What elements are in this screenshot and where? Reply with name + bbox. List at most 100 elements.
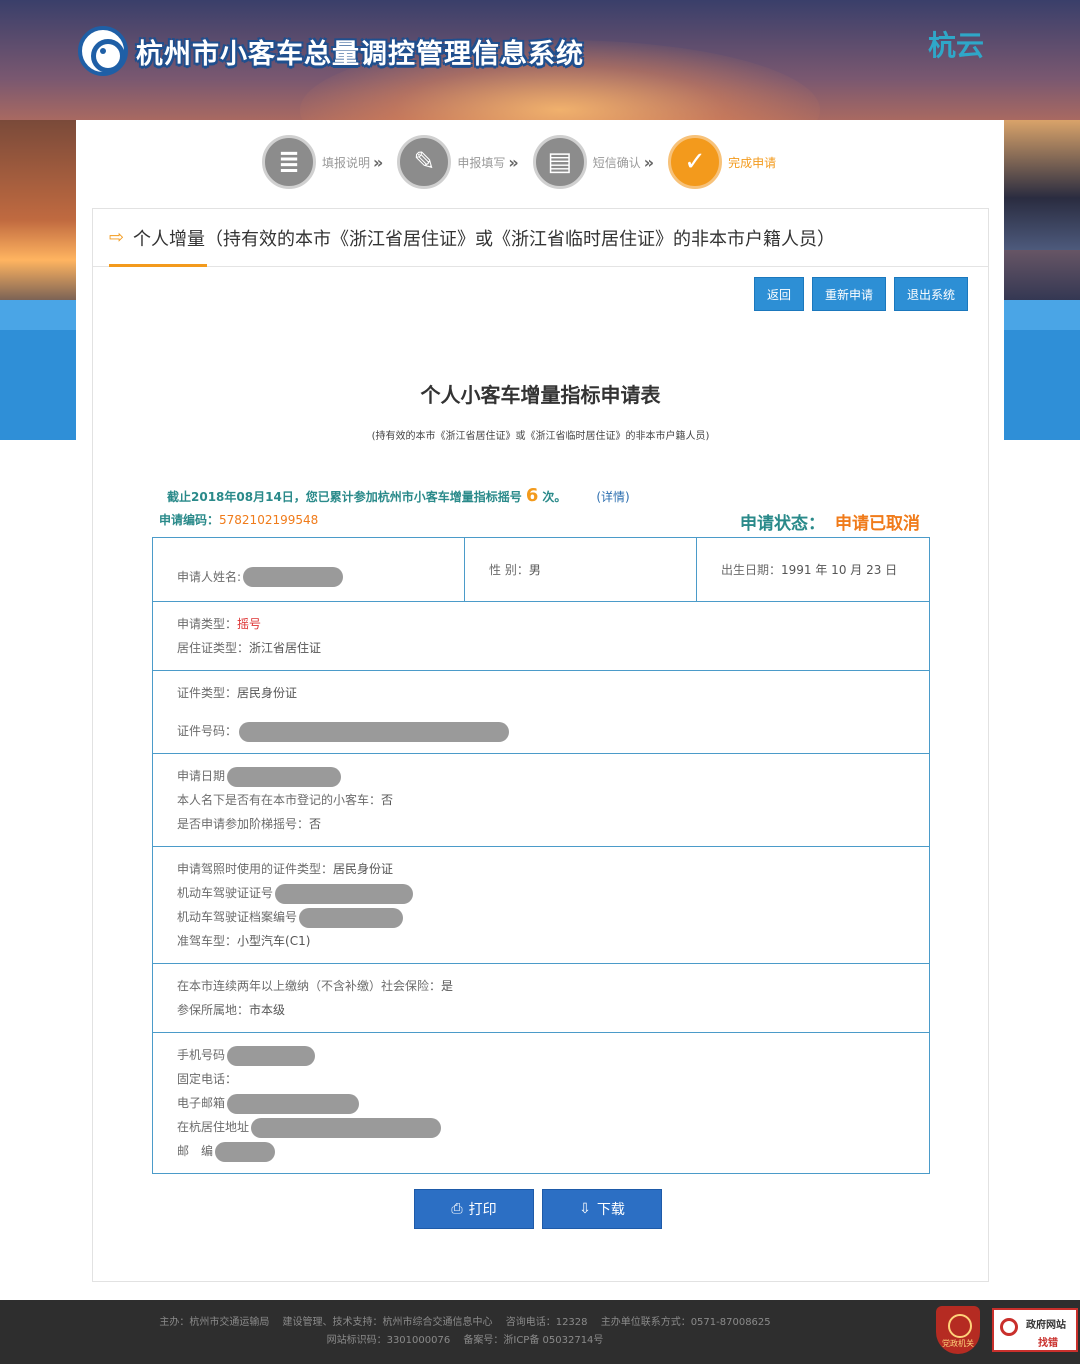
footer-line-1: 主办：杭州市交通运输局 建设管理、技术支持：杭州市综合交通信息中心 咨询电话：1… (159, 1317, 771, 1328)
applicant-name-cell: 申请人姓名: (153, 538, 465, 601)
reapply-button[interactable]: 重新申请 (811, 277, 886, 311)
field-label: 申请类型： (177, 617, 238, 631)
banner-right-scenery (1004, 120, 1080, 250)
heading-underline (109, 264, 207, 267)
mobile-line: 手机号码 (177, 1043, 905, 1067)
field-value: 摇号 (237, 617, 262, 631)
step-instructions: ≣ 填报说明 » (262, 135, 383, 189)
redacted-value (227, 1093, 360, 1114)
id-number-line: 证件号码： (177, 719, 905, 743)
field-label: 申请人姓名: (177, 569, 242, 584)
magnifier-icon (1000, 1318, 1018, 1336)
footer-line-2: 网站标识码：3301000076 备案号：浙ICP备 05032714号 (326, 1335, 604, 1346)
insurance-line: 在本市连续两年以上缴纳（不含补缴）社会保险：是 (177, 974, 905, 998)
field-label: 固定电话： (177, 1072, 238, 1086)
table-row: 申请日期 本人名下是否有在本市登记的小客车：否 是否申请参加阶梯摇号：否 (153, 754, 929, 847)
party-govt-badge[interactable]: 党政机关 (936, 1306, 980, 1354)
table-row: 手机号码 固定电话： 电子邮箱 在杭居住地址 邮 编 (153, 1033, 929, 1173)
field-value: 居民身份证 (333, 862, 394, 876)
own-car-line: 本人名下是否有在本市登记的小客车：否 (177, 788, 905, 812)
field-value: 1991 年 10 月 23 日 (781, 562, 898, 577)
table-row: 申请类型：摇号 居住证类型：浙江省居住证 (153, 602, 929, 671)
field-label: 邮 编 (177, 1144, 214, 1158)
summary-count: 6 (525, 485, 539, 506)
print-label: 打印 (468, 1202, 497, 1218)
apply-date-line: 申请日期 (177, 764, 905, 788)
summary-text: 截止2018年08月14日，您已累计参加杭州市小客车增量指标摇号 (167, 490, 522, 504)
report-error-badge[interactable]: 政府网站 找错 (992, 1308, 1078, 1352)
field-value: 市本级 (249, 1003, 286, 1017)
field-label: 参保所属地： (177, 1003, 250, 1017)
redacted-value (227, 766, 342, 787)
table-row: 申请人姓名: 性 别：男 出生日期： 1991 年 10 月 23 日 (153, 538, 929, 602)
chevron-right-icon: » (508, 152, 519, 172)
phone-line: 固定电话： (177, 1067, 905, 1091)
logout-button[interactable]: 退出系统 (893, 277, 968, 311)
details-link[interactable]: (详情) (596, 490, 629, 504)
redacted-value (251, 1117, 442, 1138)
lottery-summary: 截止2018年08月14日，您已累计参加杭州市小客车增量指标摇号 6 次。 (详情) (167, 485, 630, 506)
field-label: 申请日期 (177, 769, 226, 783)
site-logo-icon (78, 26, 128, 76)
application-panel: ⇨ 个人增量（持有效的本市《浙江省居住证》或《浙江省临时居住证》的非本市户籍人员… (92, 208, 989, 1282)
field-value: 浙江省居住证 (249, 641, 322, 655)
download-label: 下载 (596, 1202, 625, 1218)
arrow-right-icon: ⇨ (109, 227, 125, 248)
download-button[interactable]: ⇩ 下载 (542, 1189, 662, 1229)
step-label: 短信确认 (592, 155, 641, 170)
step-complete: ✓ 完成申请 (668, 135, 776, 189)
status-label: 申请状态： (740, 514, 825, 534)
field-label: 机动车驾驶证档案编号 (177, 910, 298, 924)
table-row: 在本市连续两年以上缴纳（不含补缴）社会保险：是 参保所属地：市本级 (153, 964, 929, 1033)
gender-cell: 性 别：男 (465, 538, 697, 601)
field-label: 申请驾照时使用的证件类型： (177, 862, 334, 876)
download-icon: ⇩ (579, 1201, 591, 1217)
badge-subtitle: 找错 (1038, 1338, 1058, 1349)
back-button[interactable]: 返回 (753, 277, 804, 311)
code-value: 5782102199548 (219, 513, 319, 527)
field-label: 电子邮箱 (177, 1096, 226, 1110)
field-label: 本人名下是否有在本市登记的小客车： (177, 793, 382, 807)
print-button[interactable]: ⎙ 打印 (414, 1189, 534, 1229)
status-value: 申请已取消 (835, 514, 920, 534)
check-icon: ✓ (668, 135, 723, 189)
license-doc-line: 申请驾照时使用的证件类型：居民身份证 (177, 857, 905, 881)
field-label: 出生日期： (721, 562, 782, 577)
field-value: 小型汽车(C1) (237, 934, 311, 948)
table-row: 证件类型：居民身份证 证件号码： (153, 671, 929, 754)
panel-toolbar: 返回 重新申请 退出系统 (753, 277, 968, 311)
step-label: 申报填写 (457, 155, 506, 170)
panel-heading: 个人增量（持有效的本市《浙江省居住证》或《浙江省临时居住证》的非本市户籍人员） (133, 229, 835, 250)
step-sms-confirm: ▤ 短信确认 » (532, 135, 655, 189)
residence-type-line: 居住证类型：浙江省居住证 (177, 636, 905, 660)
step-fill-form: ✎ 申报填写 » (397, 135, 519, 189)
redacted-value (275, 883, 414, 904)
vehicle-class-line: 准驾车型：小型汽车(C1) (177, 929, 905, 953)
application-code: 申请编码：5782102199548 (159, 511, 318, 528)
banner-left-scenery (0, 120, 76, 320)
action-buttons: ⎙ 打印 ⇩ 下载 (414, 1189, 662, 1229)
license-no-line: 机动车驾驶证证号 (177, 881, 905, 905)
redacted-value (299, 907, 404, 928)
ladder-line: 是否申请参加阶梯摇号：否 (177, 812, 905, 836)
chevron-right-icon: » (643, 152, 655, 172)
message-icon: ▤ (532, 135, 587, 189)
site-title: 杭州市小客车总量调控管理信息系统 (136, 39, 584, 70)
field-label: 手机号码 (177, 1048, 226, 1062)
field-label: 性 别： (489, 562, 529, 577)
application-table: 申请人姓名: 性 别：男 出生日期： 1991 年 10 月 23 日 申请类型：… (152, 537, 930, 1174)
birth-date-cell: 出生日期： 1991 年 10 月 23 日 (697, 538, 929, 601)
panel-header: ⇨ 个人增量（持有效的本市《浙江省居住证》或《浙江省临时居住证》的非本市户籍人员… (93, 209, 988, 267)
field-label: 准驾车型： (177, 934, 238, 948)
application-status: 申请状态： 申请已取消 (740, 509, 920, 534)
email-line: 电子邮箱 (177, 1091, 905, 1115)
address-line: 在杭居住地址 (177, 1115, 905, 1139)
document-icon: ≣ (262, 135, 316, 189)
field-value: 居民身份证 (237, 686, 298, 700)
postcode-line: 邮 编 (177, 1139, 905, 1163)
redacted-value (243, 566, 344, 587)
hangzhou-city-logo: 杭云 (928, 29, 985, 62)
redacted-value (239, 721, 510, 742)
id-type-line: 证件类型：居民身份证 (177, 681, 905, 705)
insurance-place-line: 参保所属地：市本级 (177, 998, 905, 1022)
